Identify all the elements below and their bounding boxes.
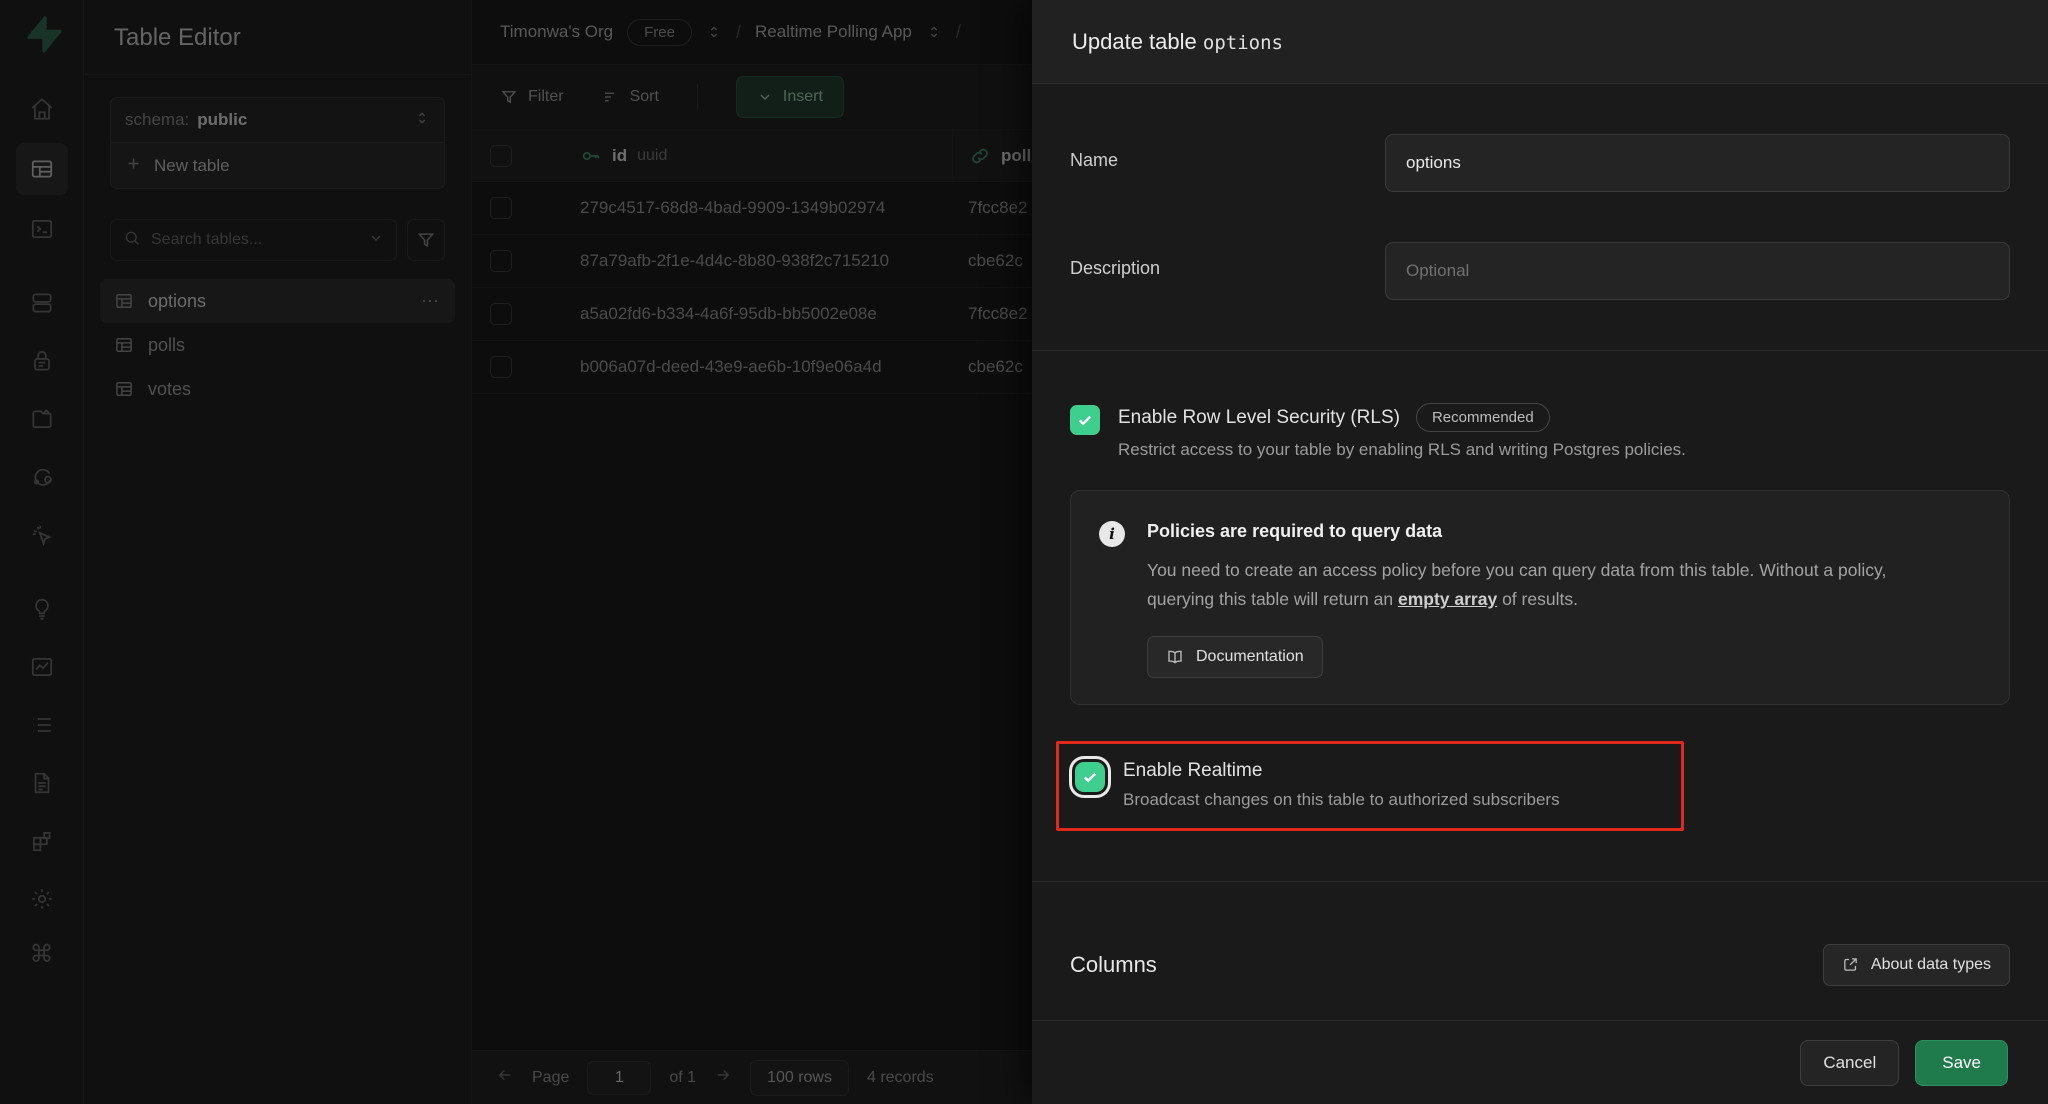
realtime-subtitle: Broadcast changes on this table to autho… (1123, 790, 1681, 810)
check-icon (1081, 768, 1099, 786)
info-body: You need to create an access policy befo… (1147, 556, 1937, 614)
name-row: Name (1032, 134, 2048, 192)
recommended-badge: Recommended (1416, 403, 1550, 432)
name-label: Name (1070, 134, 1385, 192)
about-data-types-button[interactable]: About data types (1823, 944, 2010, 986)
divider (1032, 881, 2048, 882)
update-table-panel: Update table options Name Description En… (1032, 0, 2048, 1104)
info-body-text: of results. (1497, 589, 1578, 609)
cancel-button[interactable]: Cancel (1800, 1040, 1899, 1086)
book-icon (1166, 648, 1184, 666)
info-title: Policies are required to query data (1147, 521, 1937, 542)
rls-checkbox[interactable] (1070, 405, 1100, 435)
app-window: ⌘ Table Editor schema: public New table (0, 0, 2048, 1104)
rls-subtitle: Restrict access to your table by enablin… (1118, 440, 2010, 460)
info-icon: i (1099, 521, 1125, 547)
realtime-checkbox[interactable] (1075, 762, 1105, 792)
check-icon (1076, 411, 1094, 429)
realtime-label[interactable]: Enable Realtime (1123, 760, 1262, 782)
panel-title: Update table options (1072, 29, 1283, 55)
table-name-input[interactable] (1385, 134, 2010, 192)
rls-policies-info-box: i Policies are required to query data Yo… (1070, 490, 2010, 705)
table-description-input[interactable] (1385, 242, 2010, 300)
panel-header: Update table options (1032, 0, 2048, 84)
panel-body: Name Description Enable Row Level Securi… (1032, 84, 2048, 1020)
empty-array-link[interactable]: empty array (1398, 589, 1497, 609)
realtime-row: Enable Realtime Broadcast changes on thi… (1075, 760, 1681, 810)
columns-section-header: Columns About data types (1032, 944, 2048, 986)
save-button[interactable]: Save (1915, 1040, 2008, 1086)
description-label: Description (1070, 242, 1385, 300)
panel-title-table-name: options (1203, 32, 1283, 54)
panel-title-prefix: Update table (1072, 29, 1203, 54)
realtime-highlight-box: Enable Realtime Broadcast changes on thi… (1056, 741, 1684, 831)
description-row: Description (1032, 242, 2048, 300)
rls-row: Enable Row Level Security (RLS) Recommen… (1032, 403, 2048, 460)
panel-footer: Cancel Save (1032, 1020, 2048, 1104)
rls-label[interactable]: Enable Row Level Security (RLS) (1118, 407, 1400, 429)
external-link-icon (1842, 956, 1859, 973)
documentation-button[interactable]: Documentation (1147, 636, 1323, 678)
about-data-types-label: About data types (1871, 956, 1991, 974)
divider (1032, 350, 2048, 351)
documentation-label: Documentation (1196, 648, 1304, 666)
columns-heading: Columns (1070, 952, 1157, 978)
modal-dim-overlay[interactable] (0, 0, 1032, 1104)
